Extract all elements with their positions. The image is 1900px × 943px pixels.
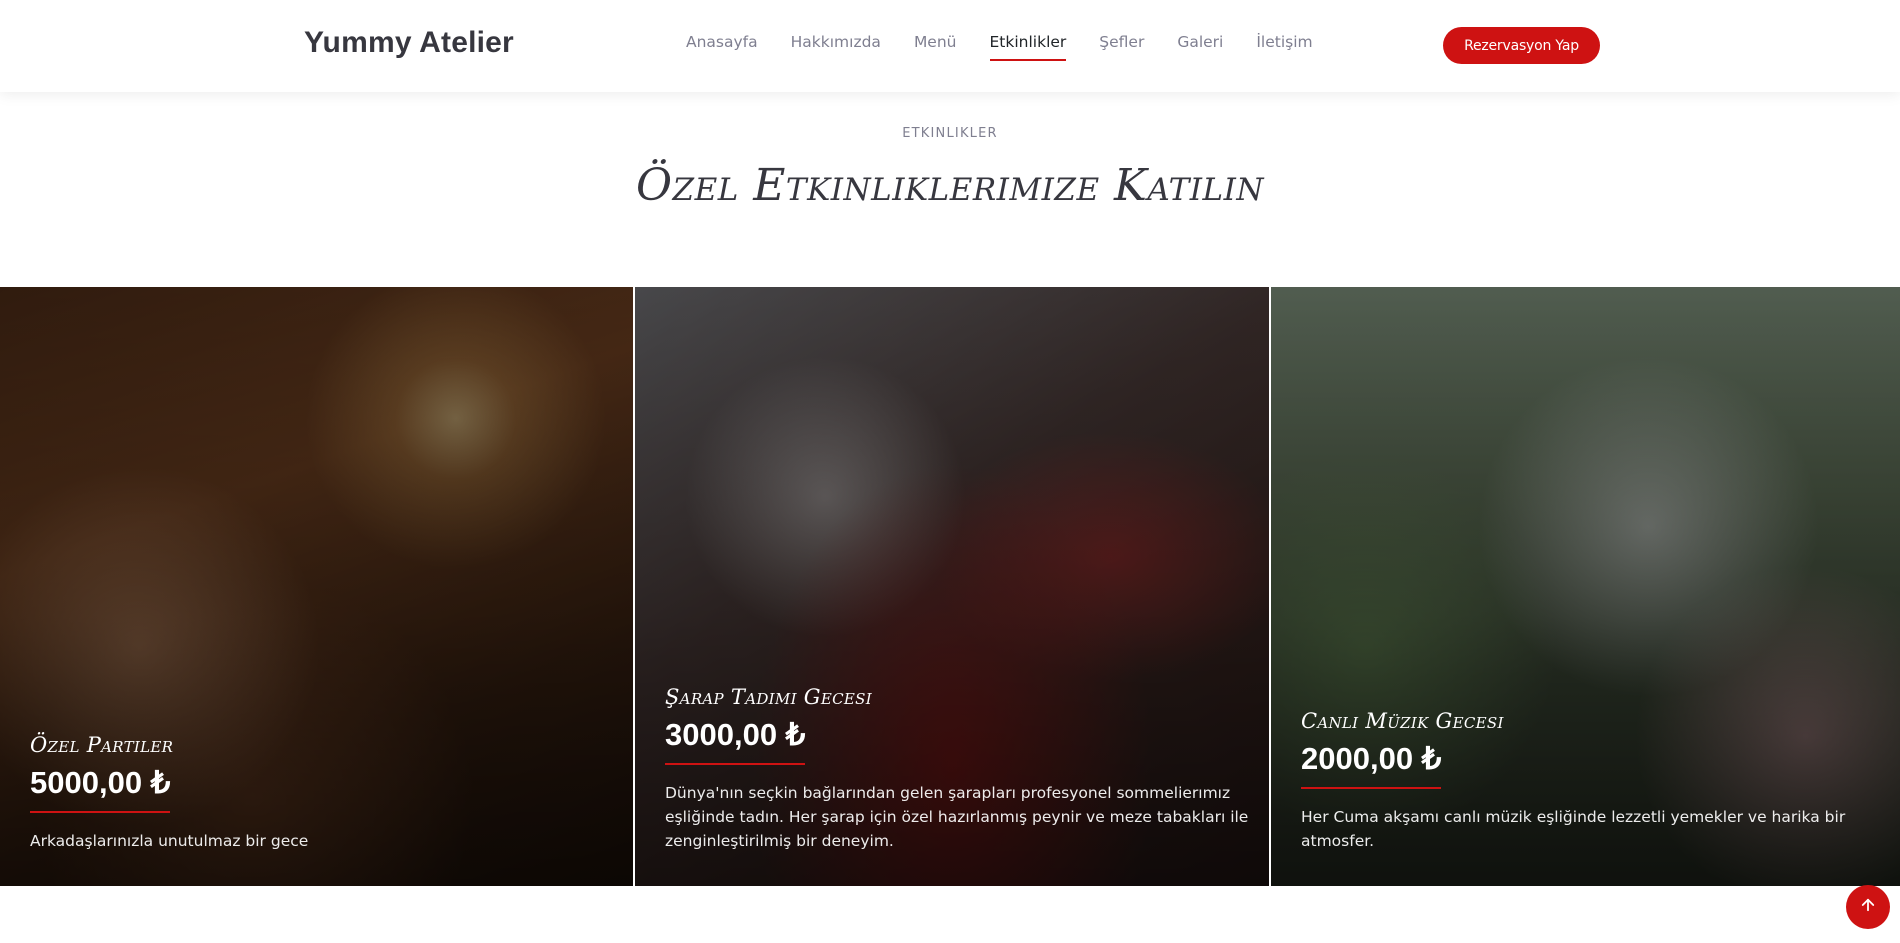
event-price: 3000,00 ₺ <box>665 717 806 765</box>
event-price: 2000,00 ₺ <box>1301 741 1442 789</box>
section-kicker: ETKINLIKLER <box>902 126 998 141</box>
event-card-canli-muzik[interactable]: Canlı Müzik Gecesi 2000,00 ₺ Her Cuma ak… <box>1271 287 1900 886</box>
main-nav: Anasayfa Hakkımızda Menü Etkinlikler Şef… <box>686 33 1346 61</box>
event-content: Şarap Tadımı Gecesi 3000,00 ₺ Dünya'nın … <box>665 685 1249 853</box>
event-description: Dünya'nın seçkin bağlarından gelen şarap… <box>665 784 1249 850</box>
event-card-sarap-tadimi[interactable]: Şarap Tadımı Gecesi 3000,00 ₺ Dünya'nın … <box>635 287 1269 886</box>
event-description: Her Cuma akşamı canlı müzik eşliğinde le… <box>1301 808 1846 850</box>
event-description: Arkadaşlarınızla unutulmaz bir gece <box>30 832 309 850</box>
site-logo[interactable]: Yummy Atelier <box>304 26 514 60</box>
nav-sefler[interactable]: Şefler <box>1099 33 1144 57</box>
event-title: Canlı Müzik Gecesi <box>1301 709 1504 733</box>
event-card-ozel-partiler[interactable]: Özel Partiler 5000,00 ₺ Arkadaşlarınızla… <box>0 287 633 886</box>
nav-galeri[interactable]: Galeri <box>1177 33 1223 57</box>
event-title: Şarap Tadımı Gecesi <box>665 685 872 709</box>
arrow-up-icon <box>1859 896 1877 919</box>
scroll-top-button[interactable] <box>1846 885 1890 929</box>
nav-iletisim[interactable]: İletişim <box>1256 33 1312 57</box>
event-content: Canlı Müzik Gecesi 2000,00 ₺ Her Cuma ak… <box>1301 709 1880 853</box>
nav-etkinlikler[interactable]: Etkinlikler <box>989 33 1066 61</box>
nav-anasayfa[interactable]: Anasayfa <box>686 33 758 57</box>
site-header: Yummy Atelier Anasayfa Hakkımızda Menü E… <box>0 0 1900 92</box>
section-title: Özel Etkinliklerimize Katılın <box>635 160 1265 211</box>
event-content: Özel Partiler 5000,00 ₺ Arkadaşlarınızla… <box>30 733 613 853</box>
event-price: 5000,00 ₺ <box>30 765 171 813</box>
events-slider: Özel Partiler 5000,00 ₺ Arkadaşlarınızla… <box>0 287 1900 886</box>
reservation-button[interactable]: Rezervasyon Yap <box>1443 27 1600 64</box>
nav-hakkimizda[interactable]: Hakkımızda <box>791 33 881 57</box>
nav-menu[interactable]: Menü <box>914 33 957 57</box>
event-title: Özel Partiler <box>30 733 174 757</box>
